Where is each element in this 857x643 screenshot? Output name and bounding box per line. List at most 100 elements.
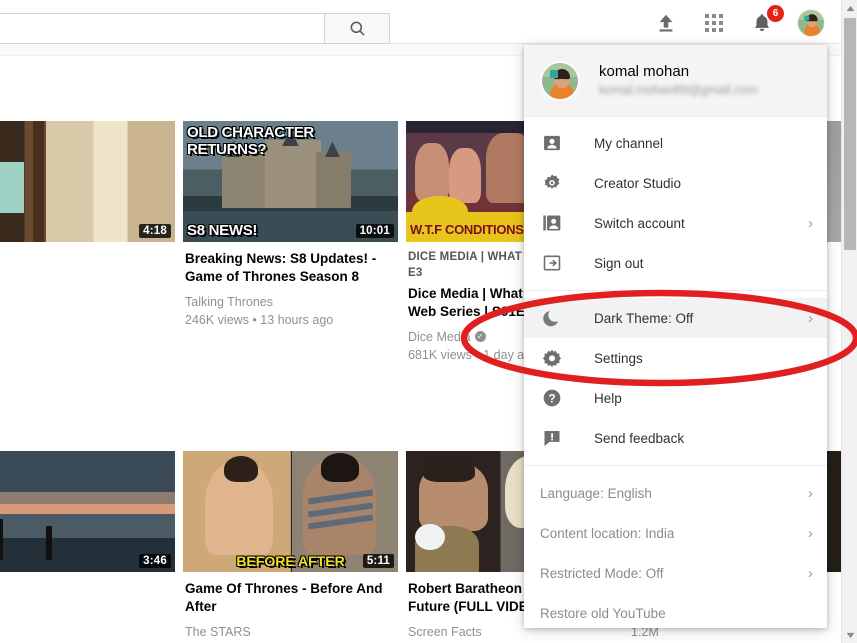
account-header[interactable]: komal mohan komal.mohan89@gmail.com <box>524 45 827 117</box>
video-card[interactable]: BEFORE AFTER 5:11 Game Of Thrones - Befo… <box>183 386 398 643</box>
chevron-right-icon: › <box>808 214 813 232</box>
menu-group-settings: Dark Theme: Off › Settings ? Help Send f… <box>524 298 827 458</box>
menu-item-content-location[interactable]: Content location: India › <box>524 513 827 553</box>
account-avatar <box>540 60 580 101</box>
scrollbar-down-button[interactable] <box>842 627 857 643</box>
search-icon <box>350 21 365 36</box>
gear-cog-icon <box>540 171 564 195</box>
upload-icon <box>659 14 673 32</box>
video-card[interactable]: OLD CHARACTER RETURNS? S8 NEWS! 10:01 Br… <box>183 56 398 364</box>
search-bar <box>0 13 390 44</box>
menu-item-label: Send feedback <box>594 430 685 446</box>
scrollbar-thumb[interactable] <box>844 18 856 250</box>
video-meta: Breaking News: S8 Updates! - Game of Thr… <box>183 242 398 329</box>
notification-badge: 6 <box>767 5 784 22</box>
menu-item-language[interactable]: Language: English › <box>524 473 827 513</box>
chevron-right-icon: › <box>808 564 813 582</box>
sign-out-icon <box>540 251 564 275</box>
menu-group-primary: My channel Creator Studio Switch account… <box>524 117 827 283</box>
menu-group-preferences: Language: English › Content location: In… <box>524 473 827 633</box>
header-actions: 6 <box>653 5 825 38</box>
video-channel-name: Screen Facts <box>408 624 482 639</box>
menu-item-help[interactable]: ? Help <box>524 378 827 418</box>
menu-item-label: Language: English <box>540 485 652 501</box>
moon-icon <box>540 306 564 330</box>
video-thumbnail[interactable]: 3:46 <box>0 450 175 572</box>
top-header: 6 <box>0 0 857 44</box>
chevron-right-icon: › <box>808 309 813 327</box>
account-identity: komal mohan komal.mohan89@gmail.com <box>599 62 758 100</box>
caret-up-icon <box>846 5 854 11</box>
account-email: komal.mohan89@gmail.com <box>599 83 758 97</box>
upload-button[interactable] <box>653 10 679 36</box>
verified-badge-icon: ✓ <box>474 331 486 343</box>
menu-item-restricted-mode[interactable]: Restricted Mode: Off › <box>524 553 827 593</box>
video-meta: here o <box>0 572 175 623</box>
video-duration: 3:46 <box>139 553 171 568</box>
video-duration: 10:01 <box>355 224 394 238</box>
video-title[interactable]: ove <box>0 250 173 268</box>
caret-down-icon <box>846 632 854 638</box>
menu-item-label: Help <box>594 390 622 406</box>
menu-item-send-feedback[interactable]: Send feedback <box>524 418 827 458</box>
menu-item-label: Dark Theme: Off <box>594 310 694 326</box>
menu-divider <box>524 465 827 466</box>
scrollbar-up-button[interactable] <box>842 0 857 16</box>
video-title[interactable]: Breaking News: S8 Updates! - Game of Thr… <box>185 250 396 286</box>
video-thumbnail[interactable]: OLD CHARACTER RETURNS? S8 NEWS! 10:01 <box>183 121 398 242</box>
video-channel-name: The STARS <box>185 624 251 639</box>
user-avatar <box>542 62 578 99</box>
menu-item-my-channel[interactable]: My channel <box>524 123 827 163</box>
video-meta: Game Of Thrones - Before And After The S… <box>183 572 398 643</box>
account-menu: komal mohan komal.mohan89@gmail.com My c… <box>524 45 827 628</box>
video-stats: 246K views • 13 hours ago <box>185 312 334 327</box>
video-card[interactable]: 4:18 ove <box>0 56 175 364</box>
video-thumbnail[interactable]: 4:18 <box>0 121 175 242</box>
menu-item-sign-out[interactable]: Sign out <box>524 243 827 283</box>
feedback-icon <box>540 426 564 450</box>
video-title[interactable]: Game Of Thrones - Before And After <box>185 580 396 616</box>
menu-item-label: Creator Studio <box>594 175 682 191</box>
video-title[interactable]: here <box>0 580 173 598</box>
video-channel[interactable]: The STARS <box>185 623 396 641</box>
video-channel-name: Talking Thrones <box>185 294 274 309</box>
help-icon: ? <box>540 386 564 410</box>
menu-item-label: Restricted Mode: Off <box>540 565 664 581</box>
menu-item-label: Sign out <box>594 255 644 271</box>
chevron-right-icon: › <box>808 484 813 502</box>
menu-item-creator-studio[interactable]: Creator Studio <box>524 163 827 203</box>
youtube-page: 4:18 ove <box>0 0 857 643</box>
video-duration: 5:11 <box>362 553 394 568</box>
menu-item-label: Restore old YouTube <box>540 605 666 621</box>
video-card[interactable]: 3:46 here o <box>0 386 175 643</box>
video-thumbnail[interactable]: BEFORE AFTER 5:11 <box>183 450 398 572</box>
svg-text:?: ? <box>548 393 555 406</box>
menu-item-switch-account[interactable]: Switch account › <box>524 203 827 243</box>
menu-item-label: Switch account <box>594 215 685 231</box>
page-scrollbar[interactable] <box>841 0 857 643</box>
apps-grid-icon <box>705 14 723 32</box>
menu-item-label: Content location: India <box>540 525 675 541</box>
menu-divider <box>524 290 827 291</box>
video-channel[interactable]: Talking Thrones <box>185 293 396 311</box>
video-channel-name: Dice Media <box>408 329 471 344</box>
switch-account-icon <box>540 211 564 235</box>
person-box-icon <box>540 131 564 155</box>
search-input[interactable] <box>0 13 324 44</box>
avatar[interactable] <box>797 9 825 37</box>
video-stats: o <box>0 605 173 623</box>
apps-button[interactable] <box>701 10 727 36</box>
thumbnail-overlay-top: OLD CHARACTER RETURNS? <box>187 124 314 158</box>
user-avatar <box>798 10 824 36</box>
notifications-button[interactable]: 6 <box>749 5 784 36</box>
search-button[interactable] <box>324 13 390 44</box>
gear-icon <box>540 346 564 370</box>
video-duration: 4:18 <box>139 224 171 238</box>
chevron-right-icon: › <box>808 524 813 542</box>
video-meta: ove <box>0 242 175 268</box>
menu-item-label: My channel <box>594 135 664 151</box>
menu-item-dark-theme[interactable]: Dark Theme: Off › <box>524 298 827 338</box>
account-name: komal mohan <box>599 62 690 80</box>
menu-item-settings[interactable]: Settings <box>524 338 827 378</box>
menu-item-restore-old-youtube[interactable]: Restore old YouTube <box>524 593 827 633</box>
